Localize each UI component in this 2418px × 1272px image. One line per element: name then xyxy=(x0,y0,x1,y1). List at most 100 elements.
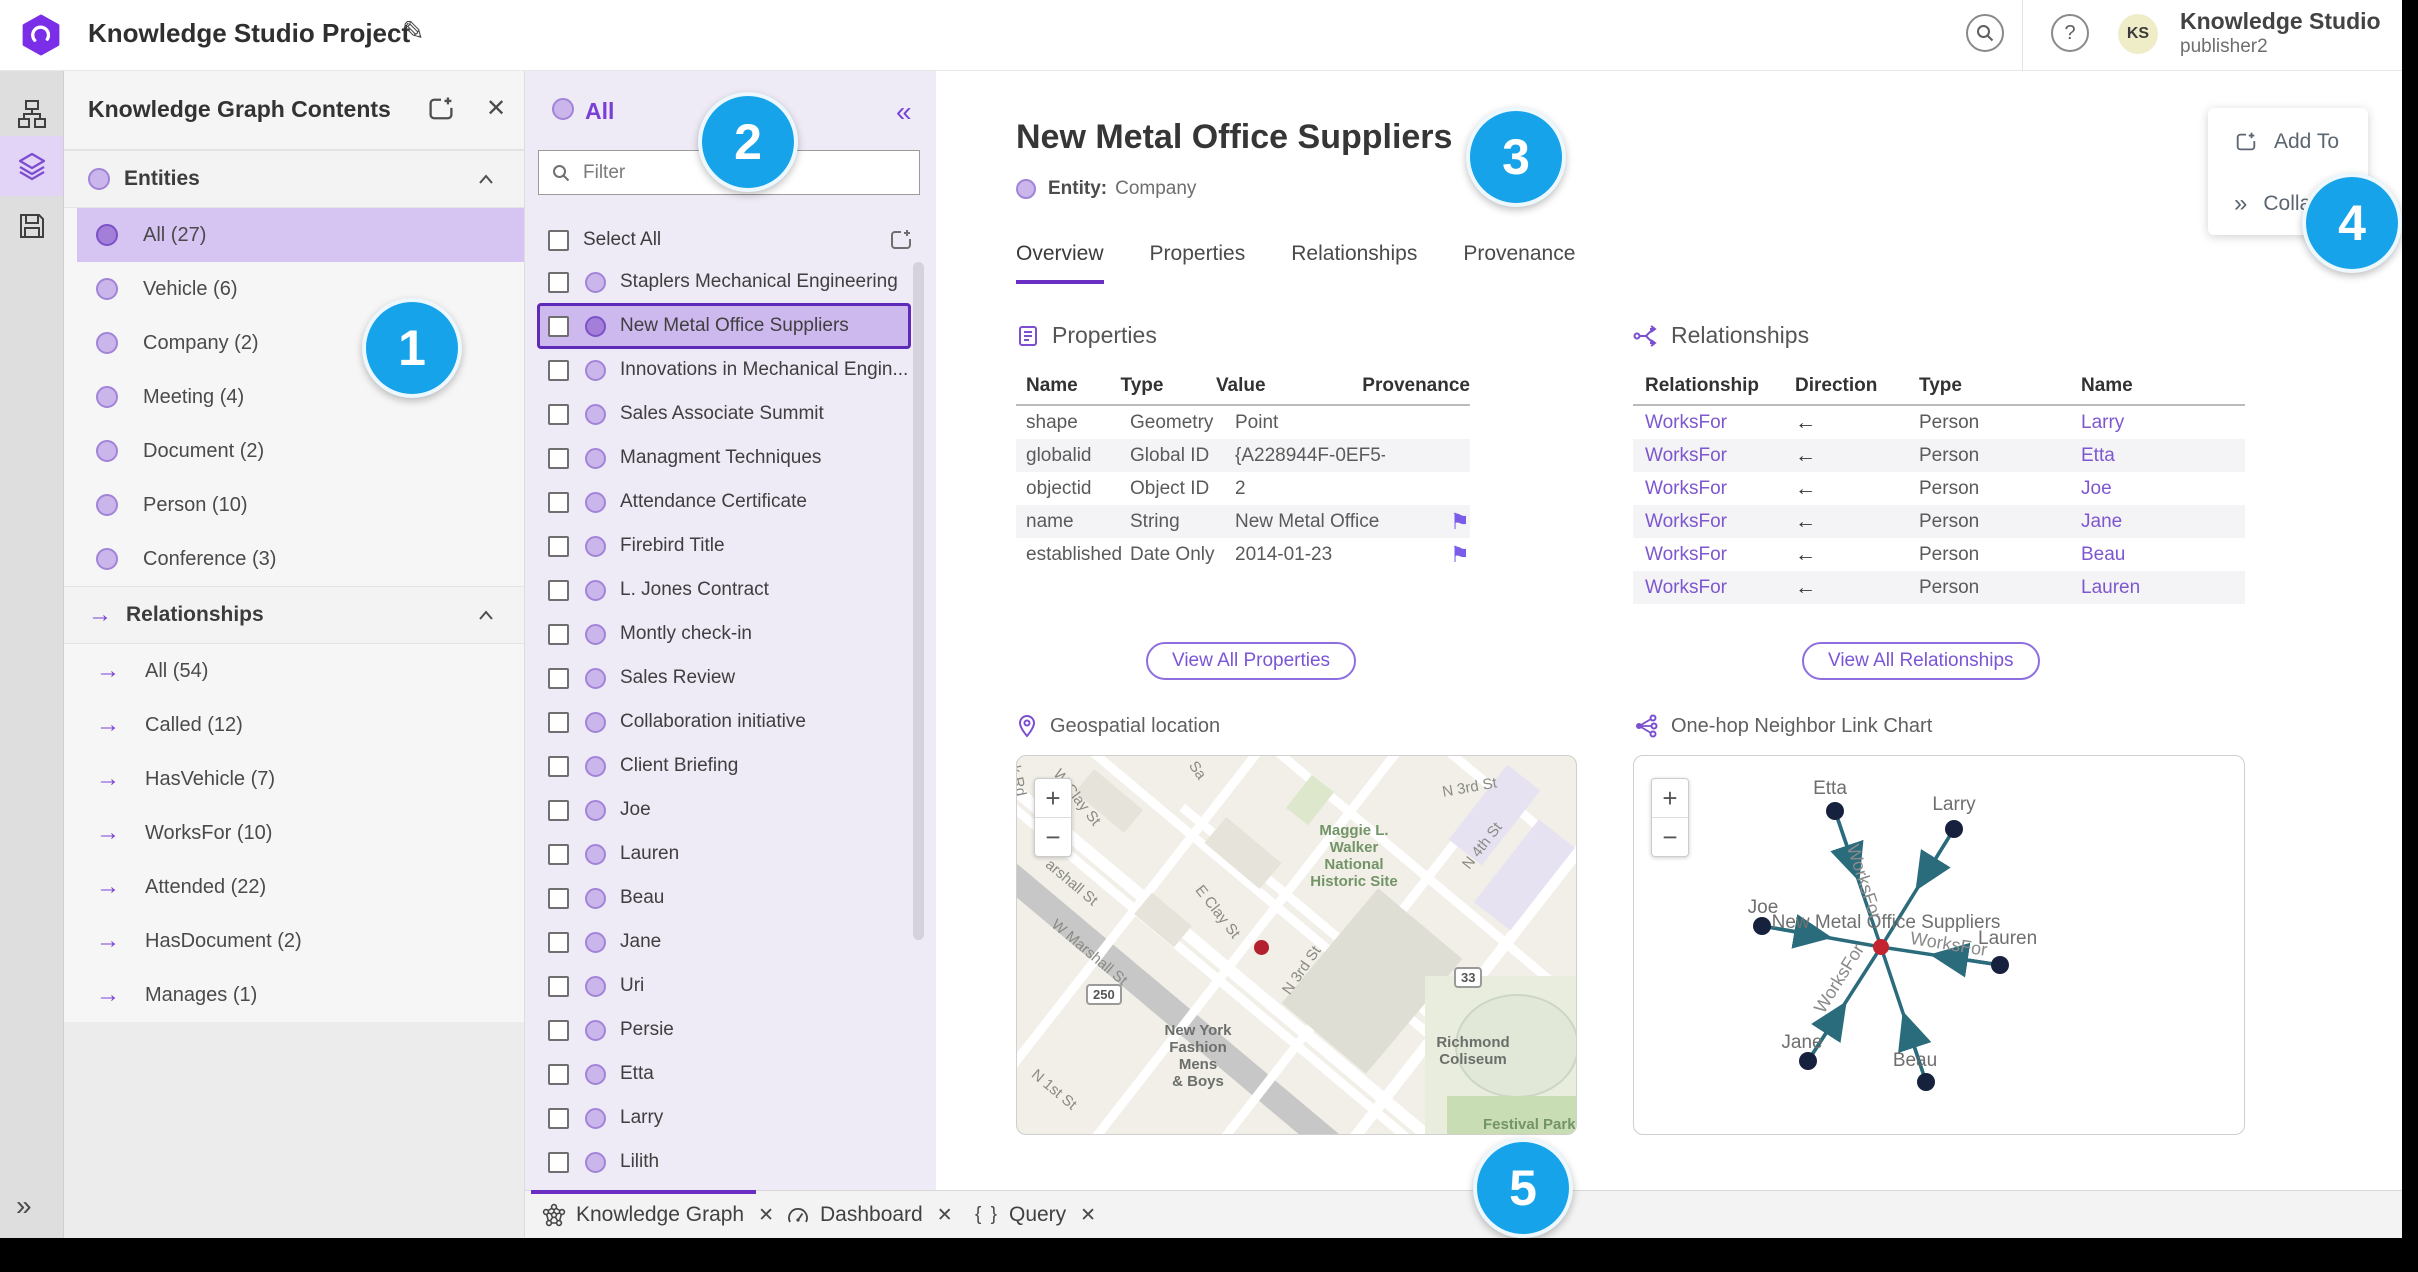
relationship-link[interactable]: WorksFor xyxy=(1633,544,1795,566)
zoom-in-button[interactable]: + xyxy=(1652,779,1688,817)
entity-link[interactable]: Lauren xyxy=(2081,577,2245,599)
item-checkbox[interactable] xyxy=(548,271,569,293)
entity-link[interactable]: Joe xyxy=(2081,478,2245,500)
list-item[interactable]: Lauren xyxy=(538,832,910,876)
list-item[interactable]: Attendance Certificate xyxy=(538,480,910,524)
entity-link[interactable]: Beau xyxy=(2081,544,2245,566)
add-to-icon[interactable] xyxy=(888,227,914,253)
zoom-out-button[interactable]: − xyxy=(1035,817,1071,856)
sidebar-item-entities-all[interactable]: All (27) xyxy=(77,208,524,262)
collapse-button[interactable]: » Colla xyxy=(2234,190,2311,218)
provenance-flag-icon[interactable]: ⚑ xyxy=(1450,542,1470,567)
avatar[interactable]: KS xyxy=(2118,14,2158,54)
zoom-out-button[interactable]: − xyxy=(1652,817,1688,856)
chevron-up-icon[interactable] xyxy=(476,606,496,626)
tab-provenance[interactable]: Provenance xyxy=(1463,242,1575,284)
sidebar-item-vehicle[interactable]: Vehicle (6) xyxy=(63,262,524,316)
tab-properties[interactable]: Properties xyxy=(1150,242,1246,284)
center-node[interactable] xyxy=(1873,939,1889,955)
entity-link[interactable]: Larry xyxy=(2081,412,2245,434)
list-item[interactable]: Firebird Title xyxy=(538,524,910,568)
item-checkbox[interactable] xyxy=(548,975,569,997)
sidebar-item-hasvehicle[interactable]: → HasVehicle (7) xyxy=(63,752,524,806)
item-checkbox[interactable] xyxy=(548,1107,569,1129)
hierarchy-icon[interactable] xyxy=(16,98,48,130)
item-checkbox[interactable] xyxy=(548,711,569,733)
sidebar-item-called[interactable]: → Called (12) xyxy=(63,698,524,752)
list-item[interactable]: Sales Review xyxy=(538,656,910,700)
list-item[interactable]: Jane xyxy=(538,920,910,964)
close-tab-icon[interactable]: ✕ xyxy=(758,1204,774,1227)
relationship-link[interactable]: WorksFor xyxy=(1633,511,1795,533)
sidebar-item-worksfor[interactable]: → WorksFor (10) xyxy=(63,806,524,860)
sidebar-item-conference[interactable]: Conference (3) xyxy=(63,532,524,586)
tab-knowledge-graph[interactable]: Knowledge Graph ✕ xyxy=(542,1191,774,1239)
list-item-selected[interactable]: New Metal Office Suppliers xyxy=(537,303,911,349)
layers-icon[interactable] xyxy=(16,150,48,182)
item-checkbox[interactable] xyxy=(548,887,569,909)
item-checkbox[interactable] xyxy=(548,843,569,865)
list-item[interactable]: Montly check-in xyxy=(538,612,910,656)
relationship-link[interactable]: WorksFor xyxy=(1633,445,1795,467)
list-item[interactable]: Collaboration initiative xyxy=(538,700,910,744)
sidebar-item-hasdocument[interactable]: → HasDocument (2) xyxy=(63,914,524,968)
edit-title-icon[interactable]: ✎ xyxy=(402,16,425,47)
list-item[interactable]: Client Briefing xyxy=(538,744,910,788)
item-checkbox[interactable] xyxy=(548,447,569,469)
entities-section-header[interactable]: Entities xyxy=(63,150,524,208)
sidebar-item-manages[interactable]: → Manages (1) xyxy=(63,968,524,1022)
chevron-up-icon[interactable] xyxy=(476,170,496,190)
scrollbar-thumb[interactable] xyxy=(913,262,924,940)
help-button[interactable]: ? xyxy=(2051,14,2089,52)
list-item[interactable]: Managment Techniques xyxy=(538,436,910,480)
collapse-panel-icon[interactable]: « xyxy=(896,96,912,128)
tab-query[interactable]: { } Query ✕ xyxy=(975,1191,1096,1239)
item-checkbox[interactable] xyxy=(548,579,569,601)
relationship-link[interactable]: WorksFor xyxy=(1633,412,1795,434)
item-checkbox[interactable] xyxy=(548,667,569,689)
link-chart-card[interactable]: Etta Larry Joe Jane Beau Lauren New Meta… xyxy=(1633,755,2245,1135)
item-checkbox[interactable] xyxy=(548,315,569,337)
close-tab-icon[interactable]: ✕ xyxy=(937,1204,953,1227)
item-checkbox[interactable] xyxy=(548,1151,569,1173)
item-checkbox[interactable] xyxy=(548,931,569,953)
add-to-new-icon[interactable] xyxy=(426,94,456,124)
list-item[interactable]: Joe xyxy=(538,788,910,832)
tab-overview[interactable]: Overview xyxy=(1016,242,1104,284)
sidebar-item-person[interactable]: Person (10) xyxy=(63,478,524,532)
view-all-properties-button[interactable]: View All Properties xyxy=(1146,642,1357,680)
provenance-flag-icon[interactable]: ⚑ xyxy=(1450,509,1470,534)
item-checkbox[interactable] xyxy=(548,491,569,513)
list-item[interactable]: Lilith xyxy=(538,1140,910,1184)
item-checkbox[interactable] xyxy=(548,755,569,777)
item-checkbox[interactable] xyxy=(548,799,569,821)
relationship-link[interactable]: WorksFor xyxy=(1633,577,1795,599)
close-tab-icon[interactable]: ✕ xyxy=(1080,1204,1096,1227)
map-card[interactable]: k Rd W Clay St Sa N 3rd St N 4th St Magg… xyxy=(1016,755,1577,1135)
list-item[interactable]: Etta xyxy=(538,1052,910,1096)
list-item[interactable]: Beau xyxy=(538,876,910,920)
item-checkbox[interactable] xyxy=(548,623,569,645)
entity-link[interactable]: Etta xyxy=(2081,445,2245,467)
list-item[interactable]: Innovations in Mechanical Engin... xyxy=(538,348,910,392)
view-all-relationships-button[interactable]: View All Relationships xyxy=(1802,642,2040,680)
sidebar-item-meeting[interactable]: Meeting (4) xyxy=(63,370,524,424)
tab-relationships[interactable]: Relationships xyxy=(1291,242,1417,284)
save-icon[interactable] xyxy=(16,210,48,242)
item-checkbox[interactable] xyxy=(548,1063,569,1085)
select-all-checkbox[interactable] xyxy=(548,229,569,251)
sidebar-item-rel-all[interactable]: → All (54) xyxy=(63,644,524,698)
relationship-link[interactable]: WorksFor xyxy=(1633,478,1795,500)
item-checkbox[interactable] xyxy=(548,535,569,557)
list-item[interactable]: L. Jones Contract xyxy=(538,568,910,612)
zoom-in-button[interactable]: + xyxy=(1035,779,1071,817)
list-item[interactable]: Uri xyxy=(538,964,910,1008)
list-item[interactable]: Staplers Mechanical Engineering xyxy=(538,260,910,304)
item-checkbox[interactable] xyxy=(548,403,569,425)
add-to-button[interactable]: Add To xyxy=(2234,130,2339,154)
close-panel-icon[interactable]: ✕ xyxy=(486,94,506,123)
entity-link[interactable]: Jane xyxy=(2081,511,2245,533)
expand-rail-icon[interactable]: » xyxy=(16,1190,32,1222)
sidebar-item-document[interactable]: Document (2) xyxy=(63,424,524,478)
list-item[interactable]: Sales Associate Summit xyxy=(538,392,910,436)
